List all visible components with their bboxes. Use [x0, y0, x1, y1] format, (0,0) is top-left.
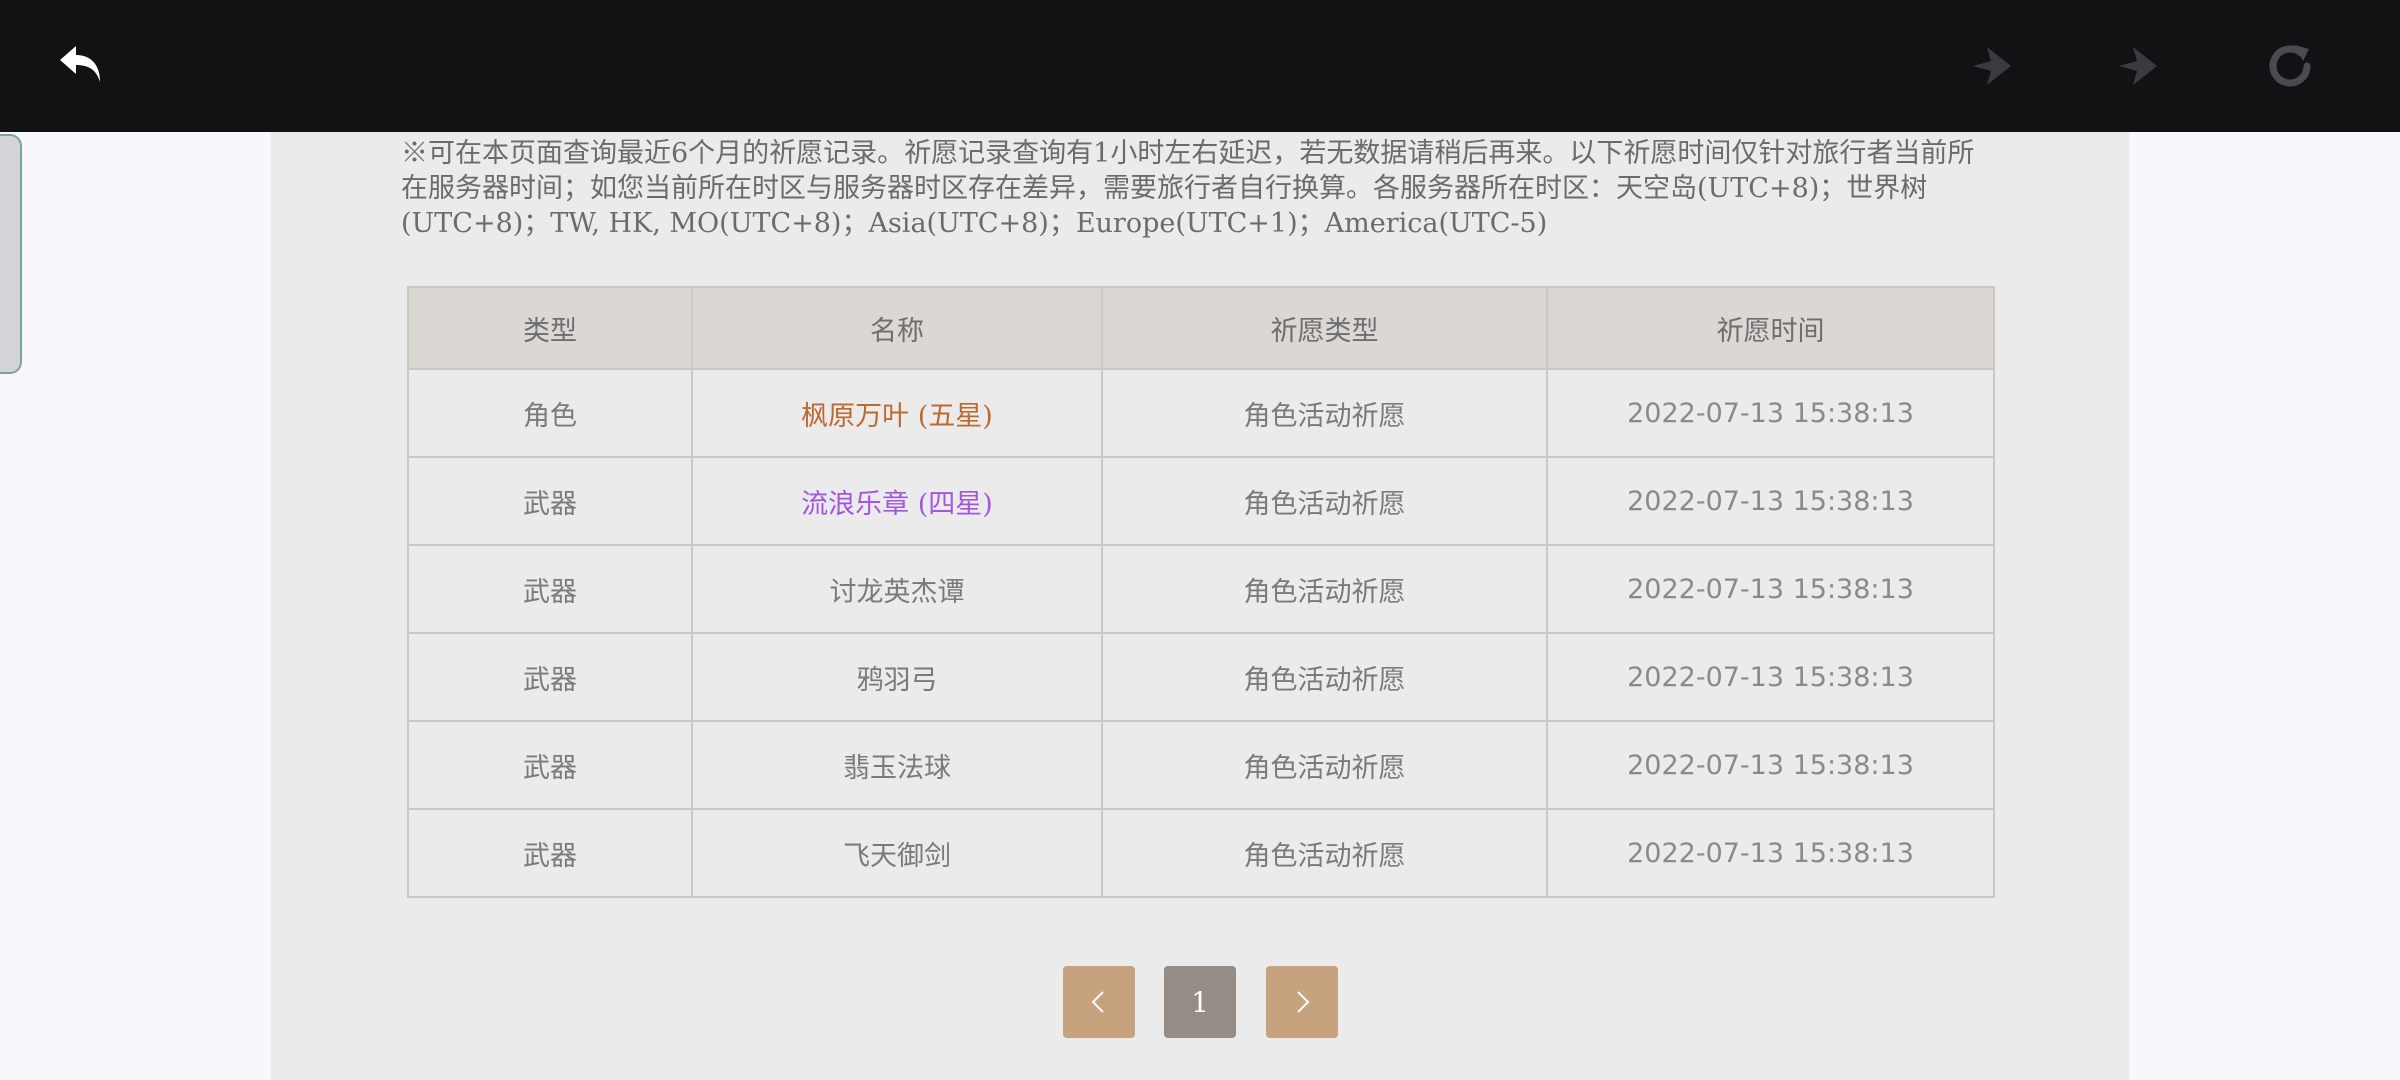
browser-toolbar	[0, 0, 2400, 132]
forward-button-secondary[interactable]	[2108, 36, 2168, 96]
forward-dim-icon	[2119, 47, 2157, 85]
header-wish-type: 祈愿类型	[1101, 286, 1548, 370]
table-row: 武器 流浪乐章 (四星) 角色活动祈愿 2022-07-13 15:38:13	[407, 456, 1995, 546]
back-button[interactable]	[52, 36, 112, 96]
page-number-button[interactable]: 1	[1164, 966, 1236, 1038]
page-number-label: 1	[1191, 985, 1209, 1019]
cell-name: 翡玉法球	[691, 720, 1103, 810]
table-row: 角色 枫原万叶 (五星) 角色活动祈愿 2022-07-13 15:38:13	[407, 368, 1995, 458]
table-row: 武器 飞天御剑 角色活动祈愿 2022-07-13 15:38:13	[407, 808, 1995, 898]
forward-dim-icon	[1973, 47, 2011, 85]
cell-wish-type: 角色活动祈愿	[1101, 720, 1548, 810]
cell-wish-type: 角色活动祈愿	[1101, 544, 1548, 634]
cell-type: 武器	[407, 456, 693, 546]
prev-page-button[interactable]	[1063, 966, 1135, 1038]
cell-time: 2022-07-13 15:38:13	[1546, 368, 1995, 458]
cell-type: 武器	[407, 720, 693, 810]
chevron-right-icon	[1297, 991, 1310, 1013]
cell-time: 2022-07-13 15:38:13	[1546, 720, 1995, 810]
cell-name: 飞天御剑	[691, 808, 1103, 898]
header-type: 类型	[407, 286, 693, 370]
notice-text: ※可在本页面查询最近6个月的祈愿记录。祈愿记录查询有1小时左右延迟，若无数据请稍…	[401, 138, 1975, 239]
table-row: 武器 鸦羽弓 角色活动祈愿 2022-07-13 15:38:13	[407, 632, 1995, 722]
reload-button[interactable]	[2260, 36, 2320, 96]
back-icon	[60, 46, 100, 82]
cell-wish-type: 角色活动祈愿	[1101, 456, 1548, 546]
cell-name: 讨龙英杰谭	[691, 544, 1103, 634]
header-name: 名称	[691, 286, 1103, 370]
cell-type: 武器	[407, 808, 693, 898]
reload-icon	[2269, 45, 2311, 87]
cell-wish-type: 角色活动祈愿	[1101, 368, 1548, 458]
cell-type: 武器	[407, 632, 693, 722]
chevron-left-icon	[1091, 991, 1104, 1013]
header-wish-time: 祈愿时间	[1546, 286, 1995, 370]
wish-records-table: 类型 名称 祈愿类型 祈愿时间 角色 枫原万叶 (五星) 角色活动祈愿 2022…	[407, 286, 1995, 898]
forward-button[interactable]	[1962, 36, 2022, 96]
side-drawer-handle[interactable]	[0, 134, 22, 374]
cell-type: 角色	[407, 368, 693, 458]
cell-name: 枫原万叶 (五星)	[691, 368, 1103, 458]
table-row: 武器 翡玉法球 角色活动祈愿 2022-07-13 15:38:13	[407, 720, 1995, 810]
table-row: 武器 讨龙英杰谭 角色活动祈愿 2022-07-13 15:38:13	[407, 544, 1995, 634]
cell-time: 2022-07-13 15:38:13	[1546, 632, 1995, 722]
cell-time: 2022-07-13 15:38:13	[1546, 456, 1995, 546]
cell-time: 2022-07-13 15:38:13	[1546, 544, 1995, 634]
cell-time: 2022-07-13 15:38:13	[1546, 808, 1995, 898]
table-header-row: 类型 名称 祈愿类型 祈愿时间	[407, 286, 1995, 370]
cell-wish-type: 角色活动祈愿	[1101, 808, 1548, 898]
cell-name: 鸦羽弓	[691, 632, 1103, 722]
next-page-button[interactable]	[1266, 966, 1338, 1038]
cell-name: 流浪乐章 (四星)	[691, 456, 1103, 546]
cell-wish-type: 角色活动祈愿	[1101, 632, 1548, 722]
cell-type: 武器	[407, 544, 693, 634]
